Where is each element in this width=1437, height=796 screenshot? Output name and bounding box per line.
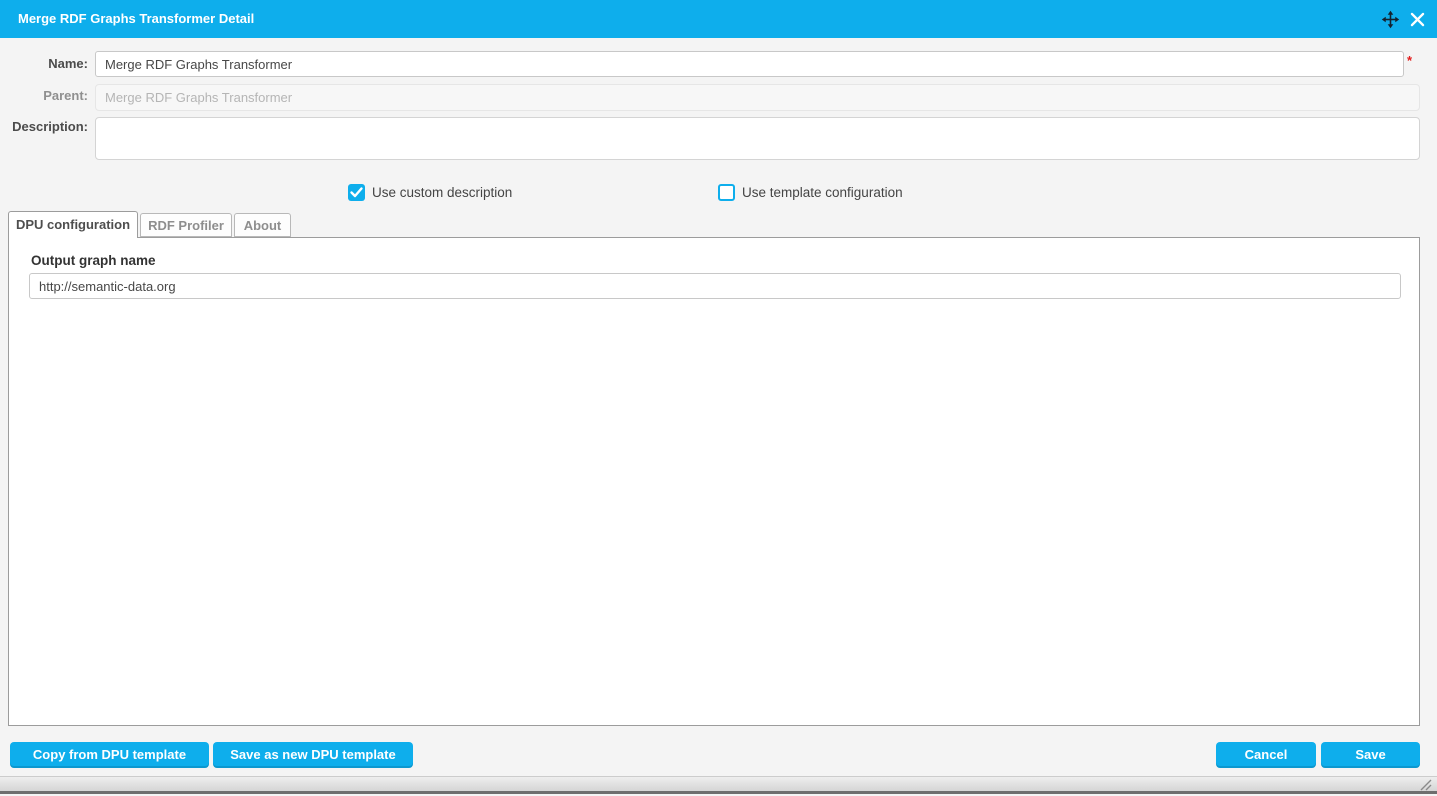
move-icon[interactable]: [1381, 10, 1400, 29]
output-graph-name-input[interactable]: [29, 273, 1401, 299]
resize-handle-icon[interactable]: [1419, 778, 1433, 791]
status-bar: [0, 776, 1437, 791]
description-label: Description:: [12, 119, 88, 134]
output-graph-name-label: Output graph name: [31, 253, 156, 268]
copy-from-dpu-template-button[interactable]: Copy from DPU template: [10, 742, 209, 768]
checkmark-icon: [350, 187, 363, 198]
use-template-configuration-checkbox[interactable]: [718, 184, 735, 201]
close-icon[interactable]: [1408, 10, 1427, 29]
tab-rdf-profiler[interactable]: RDF Profiler: [140, 213, 232, 237]
use-custom-description-label[interactable]: Use custom description: [372, 184, 512, 201]
tab-dpu-configuration[interactable]: DPU configuration: [8, 211, 138, 238]
required-asterisk: *: [1407, 53, 1413, 68]
name-input[interactable]: [95, 51, 1404, 77]
dpu-configuration-panel: Output graph name: [8, 237, 1420, 726]
dpu-detail-dialog: Merge RDF Graphs Transformer Detail Name…: [0, 0, 1437, 794]
dialog-title: Merge RDF Graphs Transformer Detail: [18, 11, 255, 26]
save-button[interactable]: Save: [1321, 742, 1420, 768]
description-textarea[interactable]: [95, 117, 1420, 160]
use-template-configuration-label[interactable]: Use template configuration: [742, 184, 903, 201]
parent-input: [95, 84, 1420, 111]
tab-about[interactable]: About: [234, 213, 291, 237]
parent-label: Parent:: [43, 88, 88, 103]
cancel-button[interactable]: Cancel: [1216, 742, 1316, 768]
use-custom-description-checkbox[interactable]: [348, 184, 365, 201]
dialog-titlebar: Merge RDF Graphs Transformer Detail: [0, 0, 1437, 38]
name-label: Name:: [48, 56, 88, 71]
save-as-new-dpu-template-button[interactable]: Save as new DPU template: [213, 742, 413, 768]
